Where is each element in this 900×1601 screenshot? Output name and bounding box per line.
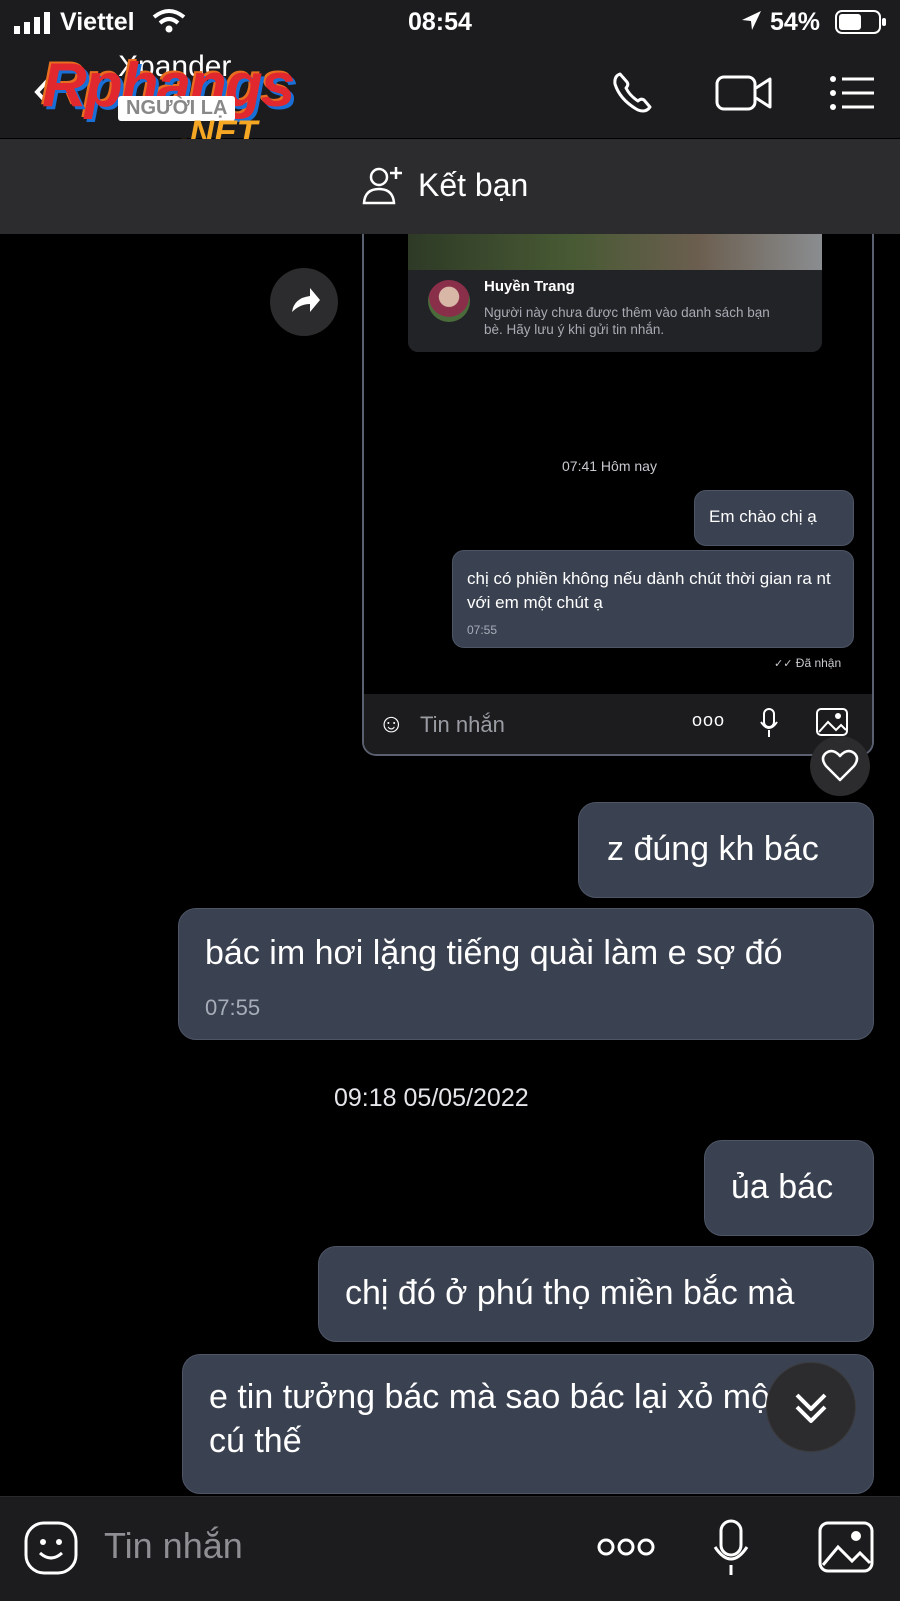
more-dots-icon: ooo — [692, 710, 726, 730]
message-text: chị đó ở phú thọ miền bắc mà — [345, 1274, 795, 1312]
message-bubble[interactable]: ủa bác — [704, 1140, 874, 1236]
embedded-message-1-text: Em chào chị ạ — [709, 507, 817, 526]
microphone-icon[interactable] — [712, 1519, 750, 1582]
embedded-message-2: chị có phiền không nếu dành chút thời gi… — [452, 550, 854, 648]
status-bar: Viettel 08:54 54% — [0, 0, 900, 44]
sticker-icon[interactable] — [24, 1521, 78, 1580]
embedded-message-2-time: 07:55 — [467, 623, 498, 637]
signal-icon — [14, 12, 52, 34]
date-separator: 09:18 05/05/2022 — [334, 1084, 529, 1112]
message-input[interactable]: Tin nhắn — [104, 1525, 243, 1567]
scroll-to-bottom-button[interactable] — [766, 1362, 856, 1452]
add-friend-bar[interactable]: Kết bạn — [0, 139, 900, 234]
message-bubble[interactable]: z đúng kh bác — [578, 802, 874, 898]
carrier-label: Viettel — [60, 8, 135, 36]
phone-call-icon[interactable] — [608, 70, 662, 116]
image-icon[interactable] — [818, 1521, 874, 1578]
sticker-icon: ☺ — [378, 708, 405, 738]
heart-icon — [821, 749, 859, 782]
more-dots-icon[interactable] — [596, 1535, 656, 1564]
add-friend-icon — [362, 165, 406, 205]
forward-arrow-icon — [292, 288, 320, 312]
card-name: Huyền Trang — [484, 278, 575, 295]
embedded-message-2-text: chị có phiền không nếu dành chút thời gi… — [467, 569, 831, 612]
menu-list-icon[interactable] — [828, 70, 882, 116]
embedded-timestamp: 07:41 Hôm nay — [562, 458, 657, 474]
message-text: e tin tưởng bác mà sao bác lại xỏ một cú… — [209, 1378, 780, 1460]
embedded-input-placeholder: Tin nhắn — [420, 712, 505, 737]
message-bubble[interactable]: chị đó ở phú thọ miền bắc mà — [318, 1246, 874, 1342]
location-arrow-icon — [740, 10, 762, 32]
double-chevron-down-icon — [795, 1393, 827, 1423]
double-check-icon: ✓✓ — [774, 658, 793, 670]
video-call-icon[interactable] — [714, 70, 772, 116]
read-receipt-label: Đã nhận — [795, 656, 842, 670]
clock: 08:54 — [408, 8, 472, 36]
message-bubble[interactable]: bác im hơi lặng tiếng quài làm e sợ đó 0… — [178, 908, 874, 1040]
read-receipt: ✓✓ Đã nhận — [774, 656, 841, 670]
message-input-bar: Tin nhắn — [0, 1496, 900, 1601]
wifi-icon — [152, 8, 186, 34]
battery-icon — [835, 10, 887, 34]
message-text: bác im hơi lặng tiếng quài làm e sợ đó — [205, 934, 783, 972]
photo-strip — [408, 234, 822, 270]
share-forward-button[interactable] — [270, 268, 338, 336]
embedded-input-bar: ☺ Tin nhắn ooo — [364, 694, 872, 754]
message-text: ủa bác — [731, 1168, 834, 1206]
avatar — [428, 280, 470, 322]
add-friend-label: Kết bạn — [418, 167, 529, 203]
embedded-message-1: Em chào chị ạ — [694, 490, 854, 546]
chat-header: Xpander Rphangs NGƯỜI LẠ .NET — [0, 44, 900, 152]
like-reaction-button[interactable] — [810, 736, 870, 796]
battery-percent: 54% — [770, 8, 821, 36]
microphone-icon — [760, 708, 778, 743]
shared-screenshot[interactable]: Huyền Trang Người này chưa được thêm vào… — [362, 234, 874, 756]
stranger-warning-card: Huyền Trang Người này chưa được thêm vào… — [408, 270, 822, 352]
message-text: z đúng kh bác — [607, 830, 819, 868]
message-time: 07:55 — [205, 995, 261, 1020]
card-note: Người này chưa được thêm vào danh sách b… — [484, 305, 770, 337]
